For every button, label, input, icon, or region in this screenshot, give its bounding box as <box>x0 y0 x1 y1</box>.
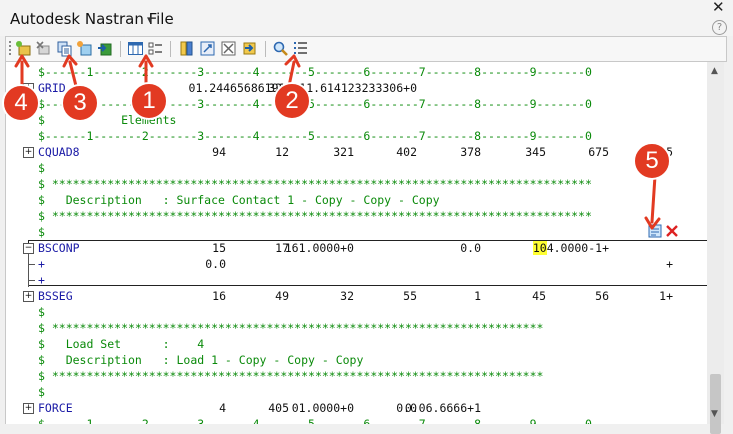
callout-4: 4 <box>2 84 40 122</box>
callout-1: 1 <box>130 82 168 120</box>
callout-2: 2 <box>273 82 311 120</box>
callout-5: 5 <box>633 142 671 180</box>
callout-arrow-5 <box>650 174 657 224</box>
callout-arrow-3 <box>68 60 78 88</box>
callout-arrows <box>14 54 661 230</box>
callout-3: 3 <box>61 84 99 122</box>
